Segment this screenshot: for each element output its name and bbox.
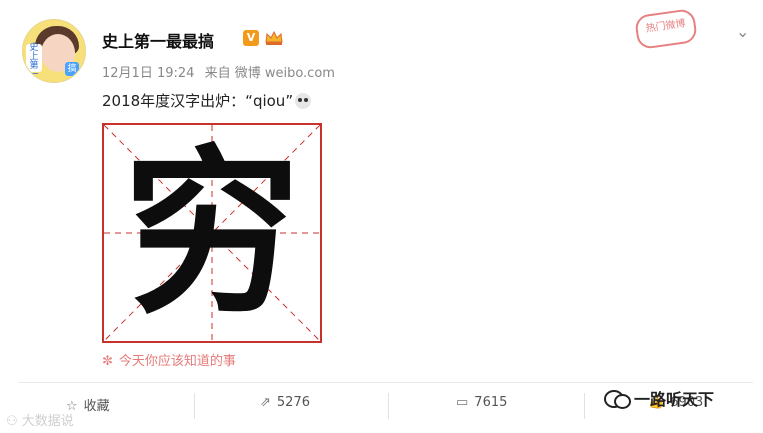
comment-count: 7615 [474, 395, 508, 410]
repost-count: 5276 [276, 395, 310, 410]
avatar-text: 史上第一最最 [26, 44, 42, 82]
user-avatar[interactable]: 史上第一最最 搞 [22, 19, 86, 83]
divider [194, 393, 195, 419]
verified-badge: V [243, 30, 259, 46]
username[interactable]: 史上第一最最搞 [102, 28, 214, 52]
post-text-content: 2018年度汉字出炉：“qiou” [102, 92, 294, 110]
watermark-right-text: 一路听天下 [634, 390, 715, 409]
avatar-tag: 搞 [65, 62, 79, 76]
post-text: 2018年度汉字出炉：“qiou” [102, 90, 312, 111]
post-source-line[interactable]: ✼ 今天你应该知道的事 [102, 350, 236, 369]
wechat-icon [604, 388, 631, 409]
weibo-post-card: 史上第一最最 搞 史上第一最最搞 V 12月1日 19:24 来自 微博 wei… [18, 7, 753, 386]
hot-weibo-stamp: 热门微博 [633, 7, 699, 51]
crown-icon [265, 30, 283, 45]
flower-icon: ✼ [102, 354, 113, 369]
post-meta: 12月1日 19:24 来自 微博 weibo.com [102, 62, 341, 81]
divider [388, 393, 389, 419]
favorite-label: 收藏 [83, 399, 110, 414]
watermark-left: ⚇ 大数据说 [6, 414, 74, 429]
calligraphy-character: 穷 [123, 128, 301, 337]
chevron-down-icon[interactable]: ⌄ [736, 22, 749, 41]
repost-button[interactable]: ⇗ 5276 [260, 395, 310, 410]
source-line-text: 今天你应该知道的事 [118, 354, 236, 369]
repost-icon: ⇗ [260, 395, 271, 410]
skull-emoji-icon [295, 93, 312, 109]
character-grid-image[interactable]: 穷 [102, 123, 322, 343]
comment-icon: ▭ [456, 395, 469, 410]
post-source[interactable]: 来自 微博 weibo.com [205, 66, 335, 81]
watermark-left-text: 大数据说 [21, 414, 74, 429]
divider [584, 393, 585, 419]
comment-button[interactable]: ▭ 7615 [456, 395, 507, 410]
post-date[interactable]: 12月1日 19:24 [102, 66, 194, 81]
watermark-right: 一路听天下 [604, 386, 714, 410]
